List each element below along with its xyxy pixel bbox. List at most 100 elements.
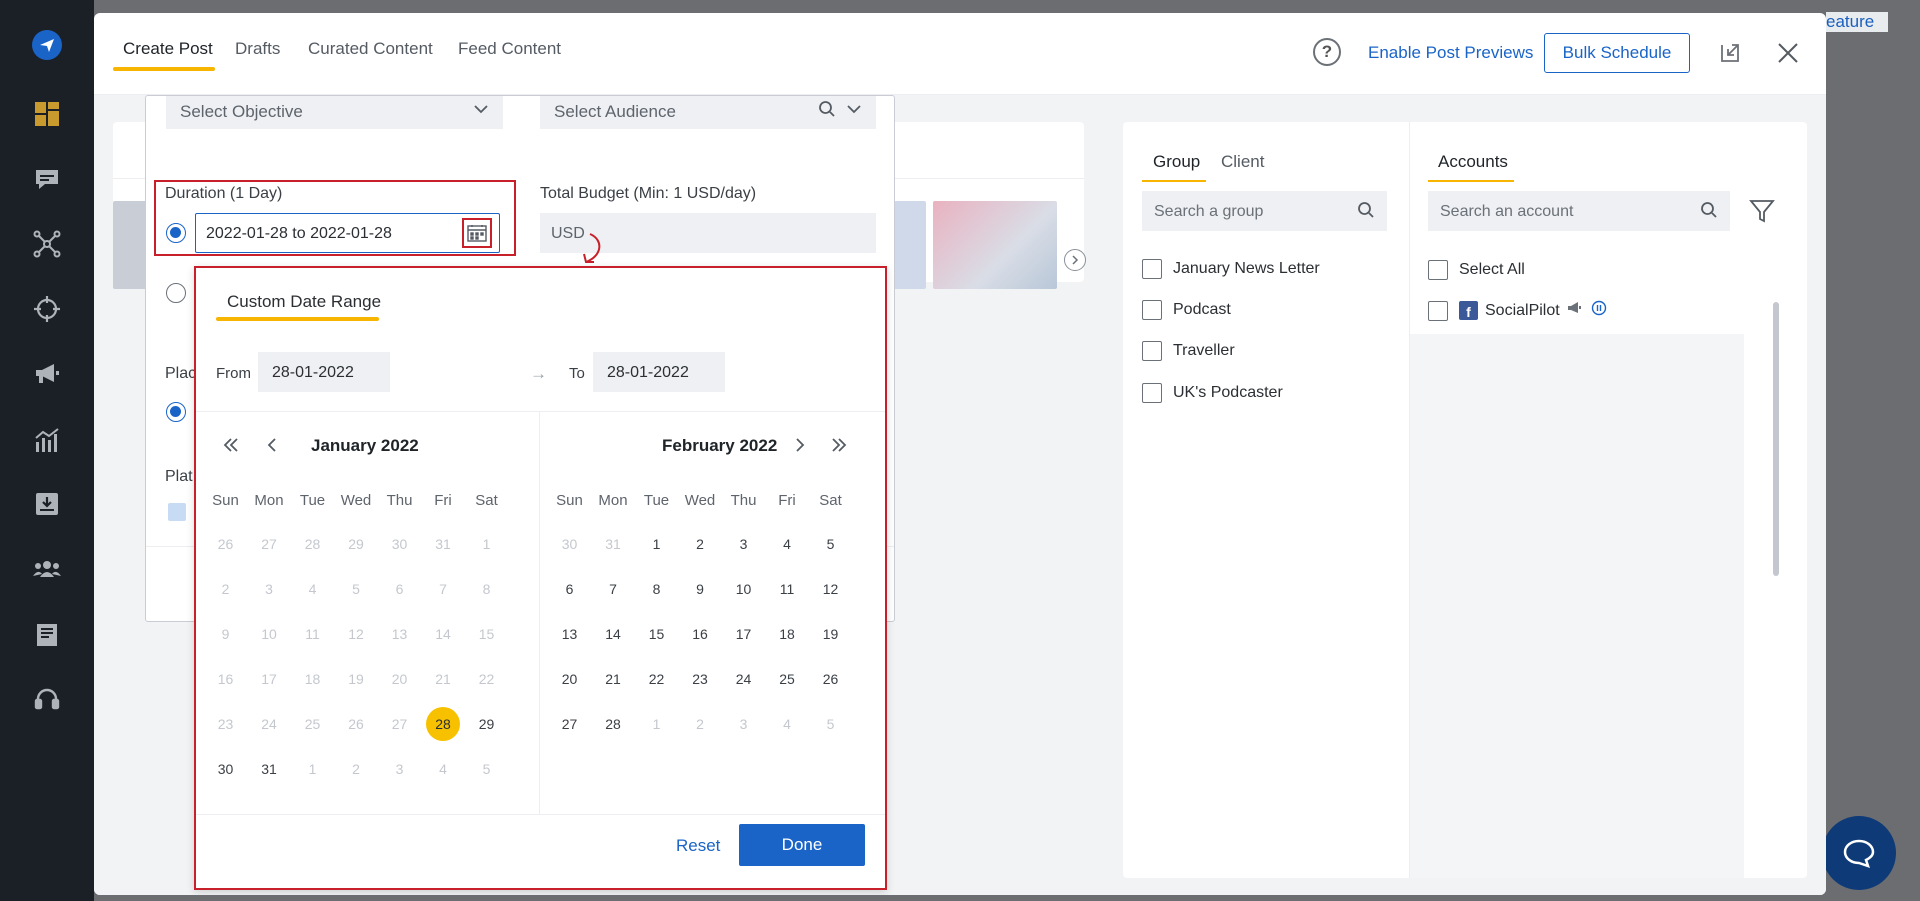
calendar-day[interactable]: 19 <box>809 617 852 651</box>
calendar-day[interactable]: 8 <box>635 572 678 606</box>
media-thumbnail[interactable] <box>933 201 1057 289</box>
calendar-day[interactable]: 20 <box>548 662 591 696</box>
select-all-row[interactable]: Select All <box>1428 260 1525 280</box>
calendar-day[interactable]: 18 <box>766 617 809 651</box>
calendar-day[interactable]: 7 <box>592 572 635 606</box>
calendar-day[interactable]: 23 <box>679 662 722 696</box>
calendar-day[interactable]: 28 <box>592 707 635 741</box>
calendar-day: 18 <box>304 671 321 687</box>
calendar-day[interactable]: 10 <box>722 572 765 606</box>
calendar-day-selected[interactable]: 28 <box>422 707 465 741</box>
calendar-day[interactable]: 26 <box>809 662 852 696</box>
team-icon[interactable] <box>31 553 63 585</box>
calendar-day: 1 <box>308 761 317 777</box>
media-thumbnail[interactable] <box>894 201 926 289</box>
group-search-input[interactable]: Search a group <box>1142 191 1387 231</box>
objective-select[interactable]: Select Objective <box>166 96 503 129</box>
calendar-day[interactable]: 2 <box>679 527 722 561</box>
calendar-day[interactable]: 22 <box>635 662 678 696</box>
calendar-day: 5 <box>826 716 835 732</box>
enable-post-previews-link[interactable]: Enable Post Previews <box>1368 43 1533 63</box>
bulk-schedule-button[interactable]: Bulk Schedule <box>1544 33 1690 73</box>
megaphone-icon[interactable] <box>31 358 63 390</box>
help-icon[interactable]: ? <box>1313 38 1341 66</box>
calendar-day[interactable]: 27 <box>548 707 591 741</box>
done-button[interactable]: Done <box>739 824 865 866</box>
calendar-day[interactable]: 16 <box>679 617 722 651</box>
prev-month-button[interactable] <box>260 433 284 457</box>
custom-date-range-tab[interactable]: Custom Date Range <box>227 292 381 312</box>
group-item[interactable]: January News Letter <box>1142 259 1320 279</box>
calendar-day[interactable]: 1 <box>635 527 678 561</box>
calendar-day[interactable]: 31 <box>248 752 291 786</box>
tab-group[interactable]: Group <box>1153 152 1200 172</box>
calendar-day: 16 <box>217 671 234 687</box>
headset-support-icon[interactable] <box>31 683 63 715</box>
crosshair-icon[interactable] <box>31 293 63 325</box>
comments-icon[interactable] <box>31 164 63 196</box>
content-library-icon[interactable] <box>31 619 63 651</box>
prev-year-button[interactable] <box>219 433 243 457</box>
filter-icon[interactable] <box>1748 197 1776 230</box>
group-item[interactable]: Traveller <box>1142 341 1235 361</box>
calendar-day[interactable]: 29 <box>465 707 508 741</box>
audience-select[interactable]: Select Audience <box>540 96 876 129</box>
calendar-day[interactable]: 15 <box>635 617 678 651</box>
calendar-day[interactable]: 13 <box>548 617 591 651</box>
checkbox[interactable] <box>1142 300 1162 320</box>
select-all-checkbox[interactable] <box>1428 260 1448 280</box>
calendar-day[interactable]: 9 <box>679 572 722 606</box>
inbox-download-icon[interactable] <box>31 488 63 520</box>
carousel-next-button[interactable] <box>1064 249 1086 271</box>
reset-button[interactable]: Reset <box>676 836 720 856</box>
paper-plane-logo-icon[interactable] <box>31 29 63 61</box>
account-search-input[interactable]: Search an account <box>1428 191 1730 231</box>
next-year-button[interactable] <box>827 433 851 457</box>
network-icon[interactable] <box>31 228 63 260</box>
calendar-day[interactable]: 6 <box>548 572 591 606</box>
duration-date-input[interactable]: 2022-01-28 to 2022-01-28 <box>195 213 500 253</box>
calendar-icon[interactable] <box>462 218 492 248</box>
tab-feed-content[interactable]: Feed Content <box>458 39 561 59</box>
dashboard-icon[interactable] <box>31 98 63 130</box>
calendar-day[interactable]: 30 <box>204 752 247 786</box>
tab-drafts[interactable]: Drafts <box>235 39 280 59</box>
from-date-input[interactable]: 28-01-2022 <box>258 352 390 392</box>
checkbox[interactable] <box>1428 300 1448 321</box>
calendar-day[interactable]: 14 <box>592 617 635 651</box>
calendar-day[interactable]: 24 <box>722 662 765 696</box>
calendar-day[interactable]: 4 <box>766 527 809 561</box>
calendar-day[interactable]: 5 <box>809 527 852 561</box>
tab-accounts[interactable]: Accounts <box>1438 152 1508 172</box>
calendar-day: 10 <box>261 626 277 642</box>
placement-radio[interactable] <box>166 402 186 422</box>
tab-create-post[interactable]: Create Post <box>123 39 213 59</box>
analytics-icon[interactable] <box>31 424 63 456</box>
calendar-day[interactable]: 11 <box>766 572 809 606</box>
close-icon[interactable] <box>1776 41 1800 70</box>
double-chevron-left-icon <box>223 438 238 452</box>
tab-curated-content[interactable]: Curated Content <box>308 39 433 59</box>
chat-support-button[interactable] <box>1822 816 1896 890</box>
tab-client[interactable]: Client <box>1221 152 1264 172</box>
calendar-day[interactable]: 21 <box>592 662 635 696</box>
to-date-input[interactable]: 28-01-2022 <box>593 352 725 392</box>
checkbox[interactable] <box>1142 341 1162 361</box>
accounts-scrollbar[interactable] <box>1773 302 1779 576</box>
pause-icon <box>1591 300 1607 321</box>
search-icon <box>1357 201 1375 224</box>
calendar-day[interactable]: 17 <box>722 617 765 651</box>
checkbox[interactable] <box>1142 383 1162 403</box>
duration-radio-unselected[interactable] <box>166 283 186 303</box>
duration-radio-selected[interactable] <box>166 223 186 243</box>
minimize-icon[interactable] <box>1718 41 1742 70</box>
group-item[interactable]: UK's Podcaster <box>1142 383 1283 403</box>
calendar-day[interactable]: 12 <box>809 572 852 606</box>
checkbox[interactable] <box>1142 259 1162 279</box>
account-item[interactable]: f SocialPilot <box>1428 300 1607 321</box>
calendar-day[interactable]: 25 <box>766 662 809 696</box>
group-item[interactable]: Podcast <box>1142 300 1231 320</box>
next-month-button[interactable] <box>788 433 812 457</box>
calendar-day[interactable]: 3 <box>722 527 765 561</box>
calendar-day: 26 <box>348 716 364 732</box>
